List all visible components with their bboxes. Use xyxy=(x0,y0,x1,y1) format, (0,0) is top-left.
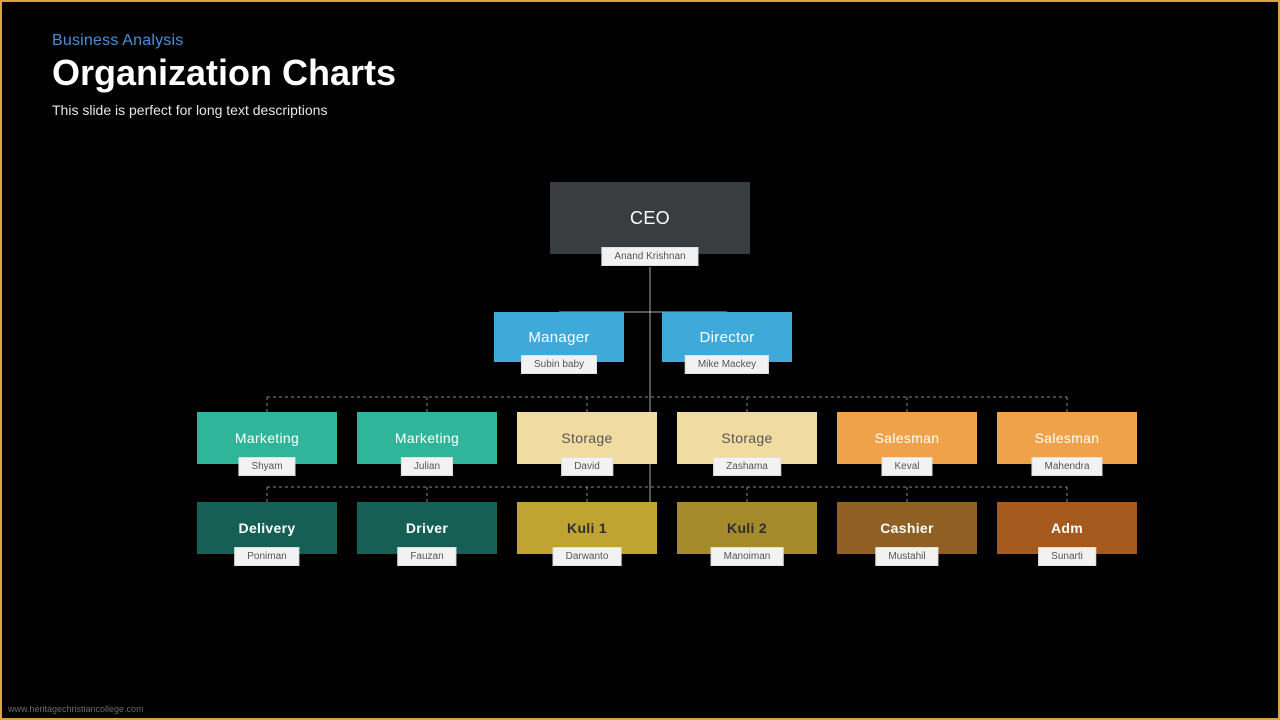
name-plate: Subin baby xyxy=(521,355,597,374)
node-manager: Manager Subin baby xyxy=(494,312,624,362)
name-plate: Julian xyxy=(401,457,453,476)
node-storage-1: Storage David xyxy=(517,412,657,464)
node-salesman-2: Salesman Mahendra xyxy=(997,412,1137,464)
node-kuli-1: Kuli 1 Darwanto xyxy=(517,502,657,554)
name-plate: Manoiman xyxy=(711,547,784,566)
org-chart-canvas: CEO Anand Krishnan Manager Subin baby Di… xyxy=(2,2,1278,718)
node-storage-2: Storage Zashama xyxy=(677,412,817,464)
name-plate: Mahendra xyxy=(1031,457,1102,476)
watermark-text: www.heritagechristiancollege.com xyxy=(8,704,144,714)
node-salesman-1: Salesman Keval xyxy=(837,412,977,464)
name-plate: Shyam xyxy=(238,457,295,476)
role-label: CEO xyxy=(550,182,750,254)
node-adm: Adm Sunarti xyxy=(997,502,1137,554)
node-marketing-1: Marketing Shyam xyxy=(197,412,337,464)
name-plate: Darwanto xyxy=(553,547,622,566)
name-plate: Mike Mackey xyxy=(685,355,769,374)
name-plate: David xyxy=(561,457,613,476)
node-ceo: CEO Anand Krishnan xyxy=(550,182,750,254)
name-plate: Keval xyxy=(881,457,932,476)
name-plate: Poniman xyxy=(234,547,299,566)
node-driver: Driver Fauzan xyxy=(357,502,497,554)
node-delivery: Delivery Poniman xyxy=(197,502,337,554)
name-plate: Mustahil xyxy=(875,547,938,566)
node-director: Director Mike Mackey xyxy=(662,312,792,362)
connector-lines xyxy=(2,2,1278,718)
name-plate: Zashama xyxy=(713,457,781,476)
node-cashier: Cashier Mustahil xyxy=(837,502,977,554)
name-plate: Anand Krishnan xyxy=(601,247,698,266)
node-kuli-2: Kuli 2 Manoiman xyxy=(677,502,817,554)
name-plate: Fauzan xyxy=(397,547,456,566)
node-marketing-2: Marketing Julian xyxy=(357,412,497,464)
name-plate: Sunarti xyxy=(1038,547,1096,566)
